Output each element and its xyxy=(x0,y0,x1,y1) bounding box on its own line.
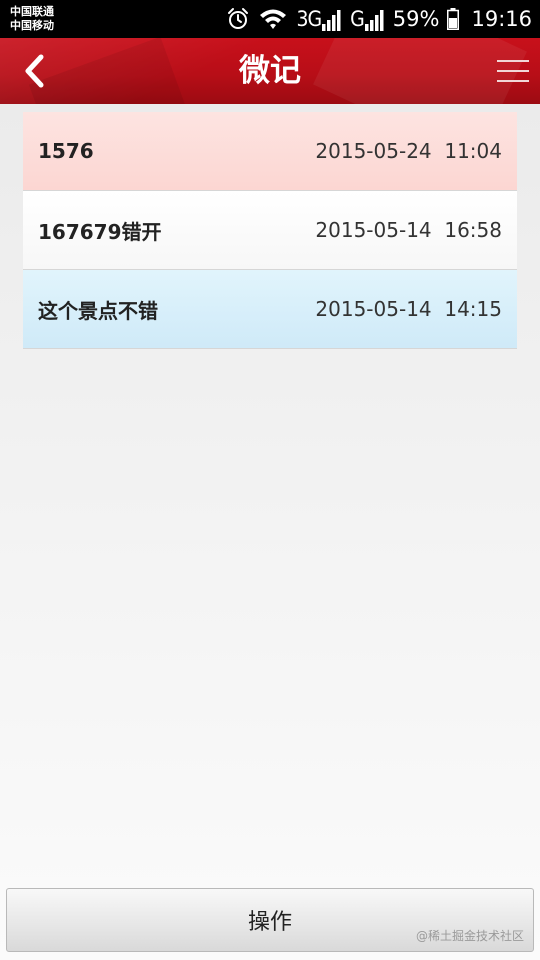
list-item[interactable]: 这个景点不错 2015-05-14 14:15 xyxy=(23,270,517,349)
list-item[interactable]: 1576 2015-05-24 11:04 xyxy=(23,112,517,191)
carrier-2: 中国移动 xyxy=(10,19,54,32)
watermark: @稀土掘金技术社区 xyxy=(415,929,524,943)
note-datetime: 2015-05-14 16:58 xyxy=(315,218,502,242)
page-title: 微记 xyxy=(239,53,301,89)
sim2-signal: G xyxy=(350,7,385,31)
status-bar: 中国联通 中国移动 3G G 59% 19:16 xyxy=(0,0,540,38)
note-list: 1576 2015-05-24 11:04 167679错开 2015-05-1… xyxy=(23,112,517,349)
note-title: 这个景点不错 xyxy=(38,298,158,323)
status-time: 19:16 xyxy=(471,7,532,31)
network-type-2: G xyxy=(350,7,365,31)
signal-bars-icon xyxy=(322,9,342,31)
carrier-1: 中国联通 xyxy=(10,5,54,18)
note-datetime: 2015-05-24 11:04 xyxy=(315,139,502,163)
status-icons: 3G G 59% 19:16 xyxy=(226,0,532,38)
note-title: 167679错开 xyxy=(38,219,162,244)
network-type-1: 3G xyxy=(296,7,322,31)
menu-button[interactable] xyxy=(496,54,530,88)
list-item[interactable]: 167679错开 2015-05-14 16:58 xyxy=(23,191,517,270)
alarm-clock-icon xyxy=(226,7,250,31)
wifi-icon xyxy=(258,7,288,31)
battery-icon xyxy=(447,8,460,30)
signal-bars-icon xyxy=(364,9,385,31)
note-datetime: 2015-05-14 14:15 xyxy=(315,297,502,321)
hamburger-menu-icon xyxy=(497,60,529,82)
sim1-signal: 3G xyxy=(296,7,342,31)
note-title: 1576 xyxy=(38,139,94,163)
battery-percent: 59% xyxy=(392,7,440,31)
carrier-names: 中国联通 中国移动 xyxy=(10,5,54,33)
title-bar: 微记 xyxy=(0,38,540,104)
